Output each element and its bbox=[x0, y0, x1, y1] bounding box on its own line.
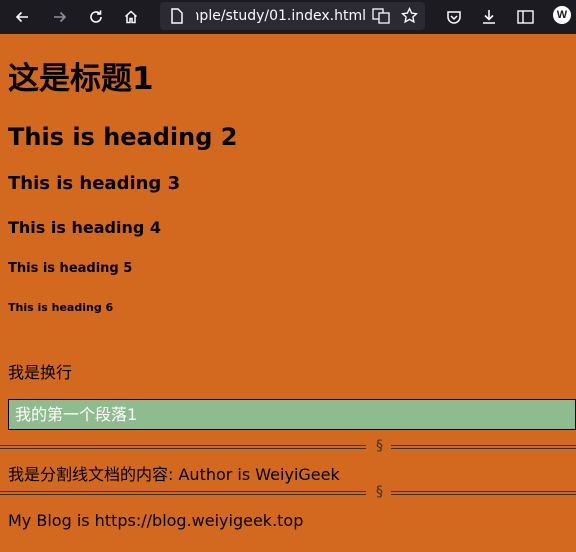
pocket-button[interactable] bbox=[442, 5, 466, 29]
download-icon bbox=[483, 10, 495, 24]
author-text: 我是分割线文档的内容: Author is WeiyiGeek bbox=[8, 465, 340, 484]
reload-button[interactable] bbox=[84, 5, 108, 29]
url-text[interactable]: mple/study/01.index.html bbox=[196, 7, 366, 25]
heading-6: This is heading 6 bbox=[8, 301, 114, 314]
sidebar-button[interactable] bbox=[513, 5, 537, 29]
account-avatar[interactable]: W bbox=[553, 6, 571, 24]
back-button[interactable] bbox=[10, 5, 34, 29]
browser-toolbar: mple/study/01.index.html W bbox=[0, 0, 576, 34]
heading-2: This is heading 2 bbox=[8, 123, 238, 151]
home-button[interactable] bbox=[119, 5, 143, 29]
section-divider: § bbox=[0, 484, 576, 500]
arrow-right-icon bbox=[54, 11, 67, 23]
first-paragraph: 我的第一个段落1 bbox=[8, 399, 576, 430]
forward-button[interactable] bbox=[48, 5, 72, 29]
home-icon bbox=[124, 10, 138, 24]
heading-5: This is heading 5 bbox=[8, 261, 133, 276]
heading-3: This is heading 3 bbox=[8, 173, 181, 194]
heading-1: 这是标题1 bbox=[8, 61, 154, 97]
pocket-icon bbox=[447, 11, 461, 24]
page-icon bbox=[170, 8, 184, 28]
address-bar[interactable]: mple/study/01.index.html bbox=[160, 2, 425, 30]
translate-icon[interactable] bbox=[372, 8, 390, 28]
divider-mark: § bbox=[376, 438, 383, 454]
blog-text: My Blog is https://blog.weiyigeek.top bbox=[8, 511, 304, 530]
line-break-text: 我是换行 bbox=[8, 363, 73, 382]
arrow-left-icon bbox=[15, 11, 28, 23]
divider-mark: § bbox=[376, 484, 383, 500]
downloads-button[interactable] bbox=[477, 5, 501, 29]
reload-icon bbox=[90, 10, 102, 23]
bookmark-star-icon[interactable] bbox=[400, 6, 419, 28]
heading-4: This is heading 4 bbox=[8, 218, 161, 237]
section-divider: § bbox=[0, 438, 576, 454]
sidebar-icon bbox=[516, 10, 534, 24]
